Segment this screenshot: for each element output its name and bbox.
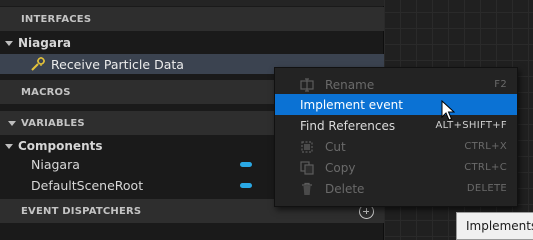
mouse-cursor-icon xyxy=(441,100,455,121)
menu-item-copy[interactable]: Copy CTRL+C xyxy=(275,157,517,178)
menu-item-label: Cut xyxy=(325,139,346,154)
context-menu: Rename F2 Implement event Find Reference… xyxy=(274,67,518,207)
section-label: MACROS xyxy=(21,86,71,98)
category-label: Components xyxy=(18,139,103,153)
interface-function-icon xyxy=(31,57,45,71)
item-label: Receive Particle Data xyxy=(51,56,184,72)
copy-icon xyxy=(300,160,314,175)
variable-label: Niagara xyxy=(31,156,80,172)
expand-arrow-icon[interactable] xyxy=(5,40,13,46)
menu-item-implement-event[interactable]: Implement event xyxy=(275,94,517,115)
menu-item-label: Implement event xyxy=(300,97,403,112)
menu-item-cut[interactable]: Cut CTRL+X xyxy=(275,136,517,157)
menu-item-shortcut: DELETE xyxy=(466,183,507,194)
menu-item-label: Rename xyxy=(325,77,375,92)
menu-item-find-references[interactable]: Find References ALT+SHIFT+F xyxy=(275,115,517,136)
variable-type-pill xyxy=(240,162,252,167)
section-label: INTERFACES xyxy=(21,13,92,25)
cut-icon xyxy=(301,140,313,153)
menu-item-rename[interactable]: Rename F2 xyxy=(275,74,517,95)
section-label: EVENT DISPATCHERS xyxy=(21,205,142,217)
panel-top-strip xyxy=(0,0,384,6)
category-label: Niagara xyxy=(18,36,71,50)
menu-item-label: Find References xyxy=(300,118,396,133)
expand-arrow-icon[interactable] xyxy=(8,120,16,126)
rename-icon xyxy=(300,77,314,92)
menu-item-shortcut: F2 xyxy=(494,79,507,90)
section-header-interfaces[interactable]: INTERFACES xyxy=(0,7,384,31)
delete-icon xyxy=(302,182,312,195)
variable-type-pill xyxy=(240,183,252,188)
section-label: VARIABLES xyxy=(21,117,85,129)
tooltip: Implements t xyxy=(456,212,533,240)
menu-item-shortcut: CTRL+C xyxy=(464,162,507,173)
tooltip-text: Implements t xyxy=(466,219,533,233)
menu-item-label: Delete xyxy=(325,181,365,196)
variable-label: DefaultSceneRoot xyxy=(31,177,144,193)
expand-arrow-icon[interactable] xyxy=(5,143,13,149)
category-niagara[interactable]: Niagara xyxy=(0,33,384,53)
menu-item-shortcut: CTRL+X xyxy=(464,141,507,152)
menu-item-label: Copy xyxy=(325,160,356,175)
menu-item-delete[interactable]: Delete DELETE xyxy=(275,178,517,199)
